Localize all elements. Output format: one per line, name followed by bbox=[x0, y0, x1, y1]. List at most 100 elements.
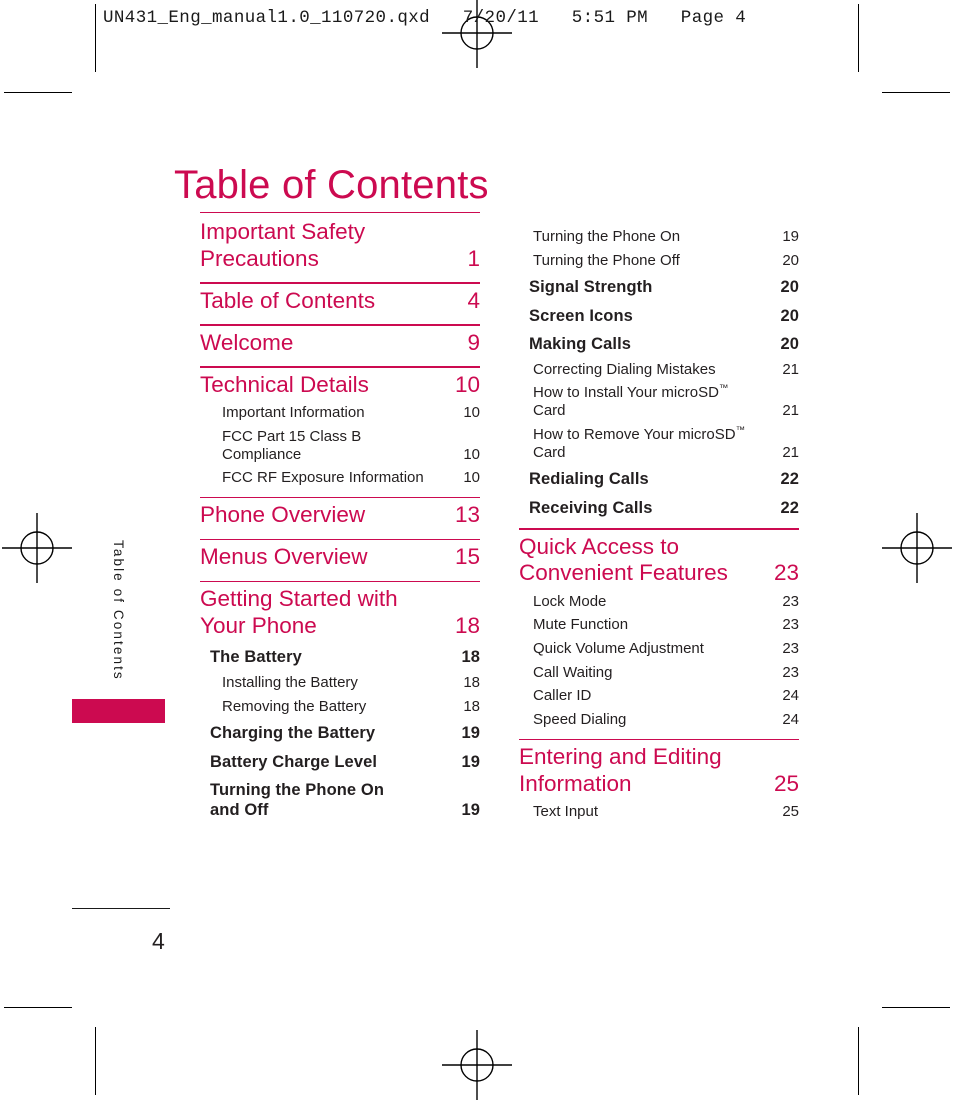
toc-entry[interactable]: Making Calls 20 bbox=[529, 335, 799, 354]
toc-entry-page-number: 18 bbox=[461, 648, 480, 667]
section-rule bbox=[200, 324, 480, 326]
toc-entry-page-number: 19 bbox=[461, 724, 480, 743]
toc-entry-page-number: 24 bbox=[782, 711, 799, 729]
toc-entry-label: Call Waiting bbox=[533, 663, 613, 681]
toc-entry-label: Making Calls bbox=[529, 335, 632, 354]
toc-entry-label-cont: Your Phone bbox=[200, 612, 317, 638]
registration-mark-left bbox=[2, 513, 72, 583]
toc-entry-label: Signal Strength bbox=[529, 278, 653, 297]
file-slug-header: UN431_Eng_manual1.0_110720.qxd 7/20/11 5… bbox=[103, 8, 747, 28]
section-rule bbox=[519, 528, 799, 530]
toc-entry-label-cont: and Off bbox=[210, 800, 269, 819]
crop-mark-right-top bbox=[858, 4, 859, 72]
toc-entry-page-number: 25 bbox=[773, 770, 799, 796]
toc-entry-label: The Battery bbox=[210, 648, 302, 667]
toc-entry-page-number: 23 bbox=[782, 640, 799, 658]
toc-entry[interactable]: Correcting Dialing Mistakes 21 bbox=[533, 361, 799, 379]
toc-entry[interactable]: Important Safety Precautions 1 bbox=[200, 219, 480, 272]
section-rule bbox=[200, 282, 480, 284]
toc-entry-label: Redialing Calls bbox=[529, 470, 649, 489]
toc-entry[interactable]: Entering and Editing Information 25 bbox=[519, 744, 799, 797]
toc-entry[interactable]: Phone Overview 13 bbox=[200, 502, 480, 529]
toc-entry[interactable]: Welcome 9 bbox=[200, 330, 480, 357]
toc-entry-label: Caller ID bbox=[533, 687, 592, 705]
toc-entry-label: Turning the Phone Off bbox=[533, 251, 680, 269]
toc-entry[interactable]: Redialing Calls 22 bbox=[529, 470, 799, 489]
toc-entry[interactable]: Turning the Phone Off 20 bbox=[533, 252, 799, 270]
toc-entry-page-number: 20 bbox=[782, 251, 799, 269]
toc-entry[interactable]: Menus Overview 15 bbox=[200, 544, 480, 571]
toc-entry-page-number: 18 bbox=[454, 612, 480, 638]
toc-entry-label: Menus Overview bbox=[200, 544, 368, 570]
toc-entry[interactable]: Receiving Calls 22 bbox=[529, 499, 799, 518]
toc-entry[interactable]: Table of Contents 4 bbox=[200, 288, 480, 315]
toc-entry-page-number: 19 bbox=[461, 752, 480, 771]
toc-entry[interactable]: Removing the Battery 18 bbox=[222, 698, 480, 716]
toc-entry-label: Technical Details bbox=[200, 371, 369, 397]
toc-entry-page-number: 10 bbox=[463, 469, 480, 487]
toc-entry-page-number: 24 bbox=[782, 687, 799, 705]
crop-mark-top-left bbox=[4, 92, 72, 93]
toc-entry-page-number: 23 bbox=[782, 663, 799, 681]
toc-entry[interactable]: FCC RF Exposure Information 10 bbox=[222, 469, 480, 487]
toc-entry-label: Important Safety bbox=[200, 219, 366, 245]
section-rule bbox=[519, 738, 799, 741]
toc-entry[interactable]: Important Information 10 bbox=[222, 404, 480, 422]
toc-entry-page-number: 19 bbox=[782, 228, 799, 245]
toc-entry[interactable]: Turning the Phone On 19 bbox=[533, 228, 799, 246]
toc-entry[interactable]: Technical Details 10 bbox=[200, 372, 480, 399]
toc-entry[interactable]: Caller ID 24 bbox=[533, 687, 799, 705]
toc-entry[interactable]: Getting Started with Your Phone 18 bbox=[200, 586, 480, 639]
toc-column-left: Important Safety Precautions 1 Table of Con… bbox=[200, 212, 480, 820]
toc-entry[interactable]: Quick Access to Convenient Features 23 bbox=[519, 534, 799, 587]
toc-entry-page-number: 25 bbox=[782, 803, 799, 821]
section-rule bbox=[200, 366, 480, 368]
page-title: Table of Contents bbox=[174, 162, 489, 207]
toc-entry-page-number: 10 bbox=[463, 404, 480, 422]
crop-mark-left-bottom bbox=[95, 1027, 96, 1095]
toc-entry-page-number: 19 bbox=[461, 800, 480, 819]
trademark-symbol: ™ bbox=[718, 383, 729, 394]
toc-entry[interactable]: Installing the Battery 18 bbox=[222, 674, 480, 692]
toc-entry-label: Important Information bbox=[222, 404, 365, 422]
toc-entry-label: Screen Icons bbox=[529, 306, 633, 325]
section-rule bbox=[200, 538, 480, 541]
toc-entry[interactable]: FCC Part 15 Class B Compliance 10 bbox=[222, 428, 480, 463]
toc-entry-page-number: 1 bbox=[467, 245, 480, 271]
toc-entry-page-number: 18 bbox=[463, 697, 480, 715]
toc-entry-page-number: 10 bbox=[463, 445, 480, 463]
section-rule bbox=[200, 497, 480, 499]
toc-entry-page-number: 20 bbox=[780, 278, 799, 297]
toc-entry-page-number: 4 bbox=[467, 287, 480, 313]
toc-entry-page-number: 21 bbox=[782, 443, 799, 461]
toc-entry-label: How to Remove Your microSD™ bbox=[533, 424, 745, 443]
toc-entry-label: Turning the Phone On bbox=[210, 781, 385, 800]
crop-mark-top-right bbox=[882, 92, 950, 93]
toc-entry[interactable]: Charging the Battery 19 bbox=[210, 724, 480, 743]
toc-entry[interactable]: Lock Mode 23 bbox=[533, 593, 799, 611]
toc-entry[interactable]: The Battery 18 bbox=[210, 648, 480, 667]
toc-entry-page-number: 18 bbox=[463, 673, 480, 691]
toc-entry[interactable]: Speed Dialing 24 bbox=[533, 711, 799, 729]
toc-entry[interactable]: Signal Strength 20 bbox=[529, 278, 799, 297]
toc-entry[interactable]: How to Remove Your microSD™ Card 21 bbox=[533, 424, 799, 461]
section-rule bbox=[200, 212, 480, 214]
toc-entry[interactable]: Turning the Phone On and Off 19 bbox=[210, 781, 480, 820]
toc-entry-label: Phone Overview bbox=[200, 502, 366, 528]
toc-entry-page-number: 15 bbox=[454, 544, 480, 570]
toc-entry-page-number: 23 bbox=[773, 560, 799, 586]
toc-entry[interactable]: How to Install Your microSD™ Card 21 bbox=[533, 384, 799, 419]
toc-entry[interactable]: Screen Icons 20 bbox=[529, 307, 799, 326]
registration-mark-right bbox=[882, 513, 952, 583]
toc-entry-label: Quick Access to bbox=[519, 533, 680, 559]
toc-entry-page-number: 20 bbox=[780, 335, 799, 354]
toc-entry-label: Entering and Editing bbox=[519, 744, 722, 770]
toc-entry-label: Speed Dialing bbox=[533, 711, 627, 729]
toc-entry[interactable]: Quick Volume Adjustment 23 bbox=[533, 640, 799, 658]
toc-entry[interactable]: Battery Charge Level 19 bbox=[210, 753, 480, 772]
toc-entry[interactable]: Text Input 25 bbox=[533, 803, 799, 821]
toc-entry[interactable]: Call Waiting 23 bbox=[533, 664, 799, 682]
toc-entry-label: Turning the Phone On bbox=[533, 228, 681, 245]
toc-entry-label-cont: Precautions bbox=[200, 245, 319, 271]
toc-entry[interactable]: Mute Function 23 bbox=[533, 616, 799, 634]
